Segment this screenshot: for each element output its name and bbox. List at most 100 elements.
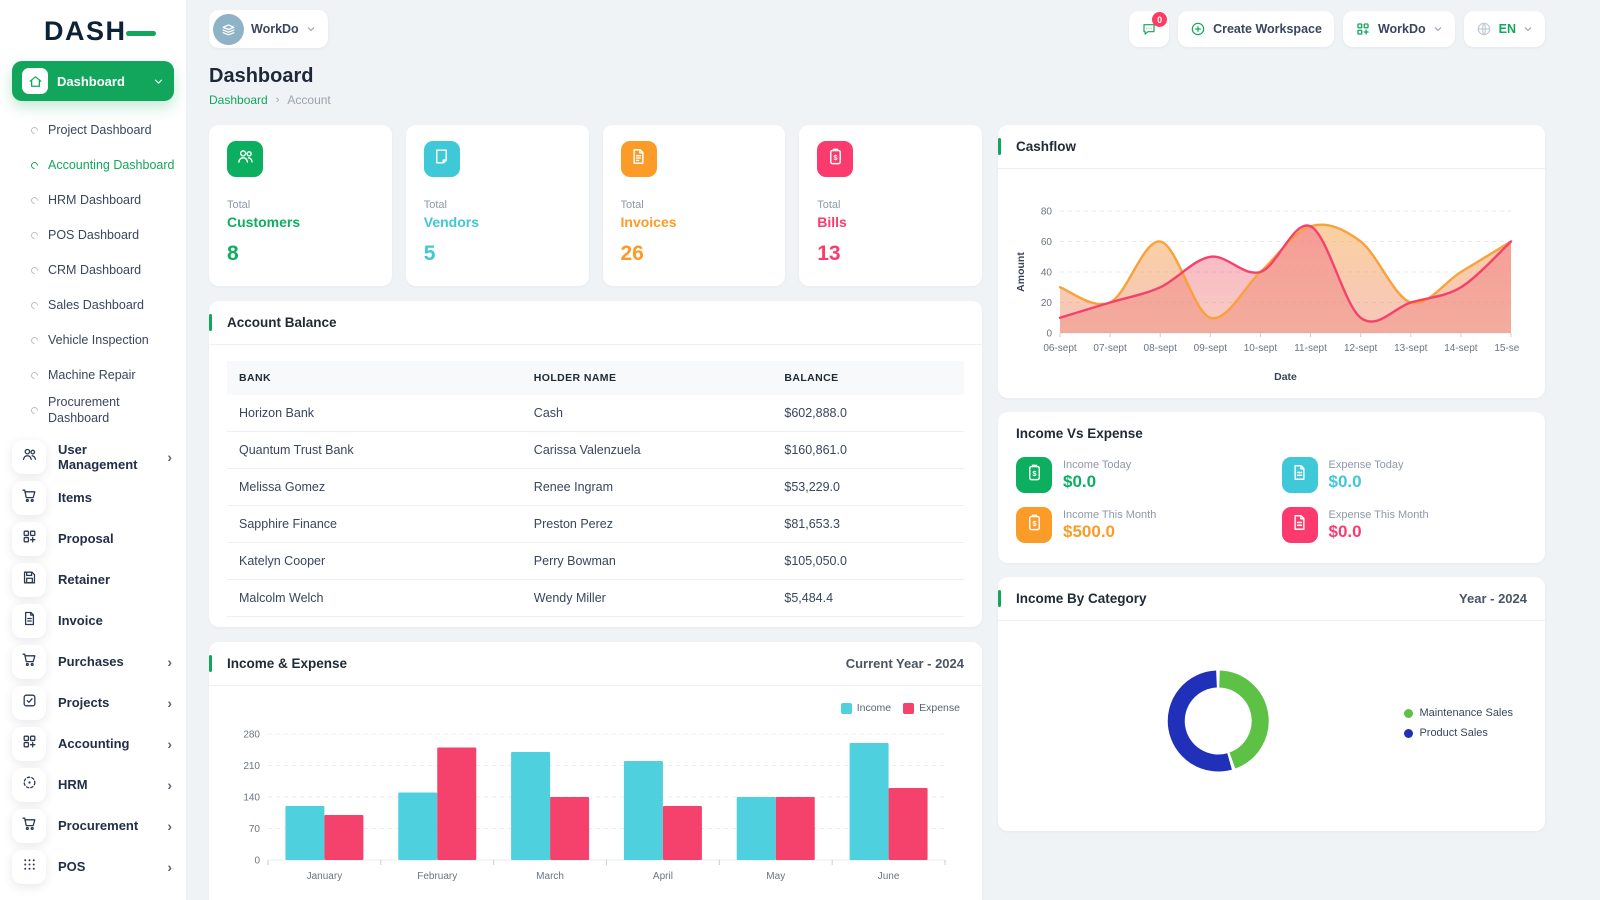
sidebar-item-sales-dashboard[interactable]: Sales Dashboard: [0, 288, 186, 323]
chevron-right-icon: ›: [167, 860, 172, 874]
grid-icon: [21, 528, 38, 550]
create-workspace-label: Create Workspace: [1213, 22, 1322, 36]
sidebar-item-label: Accounting Dashboard: [48, 158, 174, 174]
income-vs-expense-title: Income Vs Expense: [1016, 426, 1143, 441]
sidebar-item-hrm[interactable]: HRM›: [0, 764, 186, 805]
legend-item-product-sales: Product Sales: [1404, 727, 1513, 739]
cashflow-area-chart: 02040608006-sept07-sept08-sept09-sept10-…: [1012, 181, 1519, 387]
svg-text:June: June: [878, 871, 900, 882]
table-cell: Perry Bowman: [522, 543, 773, 580]
sidebar-item-proposal[interactable]: Proposal: [0, 518, 186, 559]
stat-value: 26: [621, 242, 768, 266]
table-row: Horizon BankCash$602,888.0: [227, 395, 964, 432]
legend-item-income: Income: [841, 702, 891, 714]
sidebar-item-procurement[interactable]: Procurement›: [0, 805, 186, 846]
users-icon: [21, 446, 38, 468]
ive-label: Income Today: [1063, 459, 1131, 471]
bullet-icon: [30, 371, 40, 381]
legend-swatch: [841, 703, 852, 714]
sidebar-item-label: POS: [58, 859, 167, 874]
svg-text:12-sept: 12-sept: [1344, 343, 1378, 354]
stat-prefix: Total: [424, 199, 571, 211]
sidebar-item-procurement-dashboard[interactable]: Procurement Dashboard: [0, 393, 186, 428]
sidebar-item-items[interactable]: Items: [0, 477, 186, 518]
messages-button[interactable]: 0: [1129, 11, 1169, 47]
stat-prefix: Total: [227, 199, 374, 211]
svg-text:40: 40: [1041, 268, 1053, 279]
building-icon: [213, 14, 244, 45]
language-selector[interactable]: EN: [1464, 11, 1545, 47]
svg-text:09-sept: 09-sept: [1194, 343, 1228, 354]
sidebar-item-accounting[interactable]: Accounting›: [0, 723, 186, 764]
stat-card-bills: $TotalBills13: [799, 125, 982, 286]
table-row: Malcolm WelchWendy Miller$5,484.4: [227, 580, 964, 617]
svg-text:May: May: [766, 871, 785, 882]
sidebar-item-project-dashboard[interactable]: Project Dashboard: [0, 113, 186, 148]
cashflow-header: Cashflow: [998, 125, 1545, 169]
svg-text:20: 20: [1041, 298, 1053, 309]
brand-logo[interactable]: DASH: [44, 16, 144, 47]
sidebar-item-accounting-dashboard[interactable]: Accounting Dashboard: [0, 148, 186, 183]
table-cell: $602,888.0: [772, 395, 964, 432]
sidebar-item-pos-dashboard[interactable]: POS Dashboard: [0, 218, 186, 253]
sidebar-item-machine-repair[interactable]: Machine Repair: [0, 358, 186, 393]
stat-label: Invoices: [621, 214, 768, 230]
brand-logo-dash: [126, 31, 156, 36]
sidebar-item-label: Purchases: [58, 654, 167, 669]
sidebar-item-purchases[interactable]: Purchases›: [0, 641, 186, 682]
chevron-right-icon: ›: [167, 655, 172, 669]
sidebar-item-vehicle-inspection[interactable]: Vehicle Inspection: [0, 323, 186, 358]
account-balance-title: Account Balance: [227, 315, 337, 330]
stat-value: 5: [424, 242, 571, 266]
svg-text:10-sept: 10-sept: [1244, 343, 1278, 354]
sidebar-item-projects[interactable]: Projects›: [0, 682, 186, 723]
svg-text:11-sept: 11-sept: [1294, 343, 1327, 354]
workspace-selector[interactable]: WorkDo: [209, 10, 328, 48]
cart-icon: [21, 651, 38, 673]
bullet-icon: [30, 126, 40, 136]
svg-text:$: $: [833, 153, 838, 162]
sidebar-item-user-management[interactable]: User Management›: [0, 436, 186, 477]
table-cell: Malcolm Welch: [227, 580, 522, 617]
chevron-right-icon: ›: [167, 778, 172, 792]
sidebar-item-label: Proposal: [58, 531, 172, 546]
table-cell: $105,050.0: [772, 543, 964, 580]
workspace-menu-button[interactable]: WorkDo: [1343, 11, 1455, 47]
table-cell: Horizon Bank: [227, 395, 522, 432]
sidebar-item-label: Machine Repair: [48, 368, 136, 384]
sidebar-item-dashboard[interactable]: Dashboard: [12, 61, 174, 101]
bill-icon: $: [1025, 513, 1044, 537]
stat-value: 13: [817, 242, 964, 266]
table-header-balance: BALANCE: [772, 361, 964, 395]
stat-label: Bills: [817, 214, 964, 230]
account-balance-panel: Account Balance BANKHOLDER NAMEBALANCEHo…: [209, 301, 982, 627]
sidebar-item-crm-dashboard[interactable]: CRM Dashboard: [0, 253, 186, 288]
create-workspace-button[interactable]: Create Workspace: [1178, 11, 1334, 47]
svg-text:06-sept: 06-sept: [1043, 343, 1077, 354]
breadcrumb-dashboard[interactable]: Dashboard: [209, 93, 268, 107]
stat-card-invoices: TotalInvoices26: [603, 125, 786, 286]
sidebar-item-hrm-dashboard[interactable]: HRM Dashboard: [0, 183, 186, 218]
sidebar-item-label: User Management: [58, 442, 167, 472]
income-expense-bar-chart: 070140210280JanuaryFebruaryMarchAprilMay…: [223, 698, 960, 898]
sidebar-item-label: Retainer: [58, 572, 172, 587]
note-icon: [432, 147, 451, 171]
income-by-category-panel: Income By Category Year - 2024 Maintenan…: [998, 577, 1545, 831]
table-cell: $53,229.0: [772, 469, 964, 506]
stat-value: 8: [227, 242, 374, 266]
chevron-right-icon: ›: [167, 696, 172, 710]
chevron-down-icon: [1433, 24, 1443, 34]
income-by-category-header: Income By Category Year - 2024: [998, 577, 1545, 621]
legend-dot: [1404, 709, 1413, 718]
table-header-holder-name: HOLDER NAME: [522, 361, 773, 395]
stat-card-customers: TotalCustomers8: [209, 125, 392, 286]
ive-item-expense-today: Expense Today$0.0: [1282, 457, 1528, 493]
sidebar-item-retainer[interactable]: Retainer: [0, 559, 186, 600]
table-cell: Cash: [522, 395, 773, 432]
sidebar-item-pos[interactable]: POS›: [0, 846, 186, 887]
svg-text:0: 0: [1046, 329, 1052, 340]
file-icon: [1290, 513, 1309, 537]
income-by-category-legend: Maintenance SalesProduct Sales: [1404, 707, 1513, 739]
grid-plus-icon: [21, 733, 38, 755]
sidebar-item-invoice[interactable]: Invoice: [0, 600, 186, 641]
